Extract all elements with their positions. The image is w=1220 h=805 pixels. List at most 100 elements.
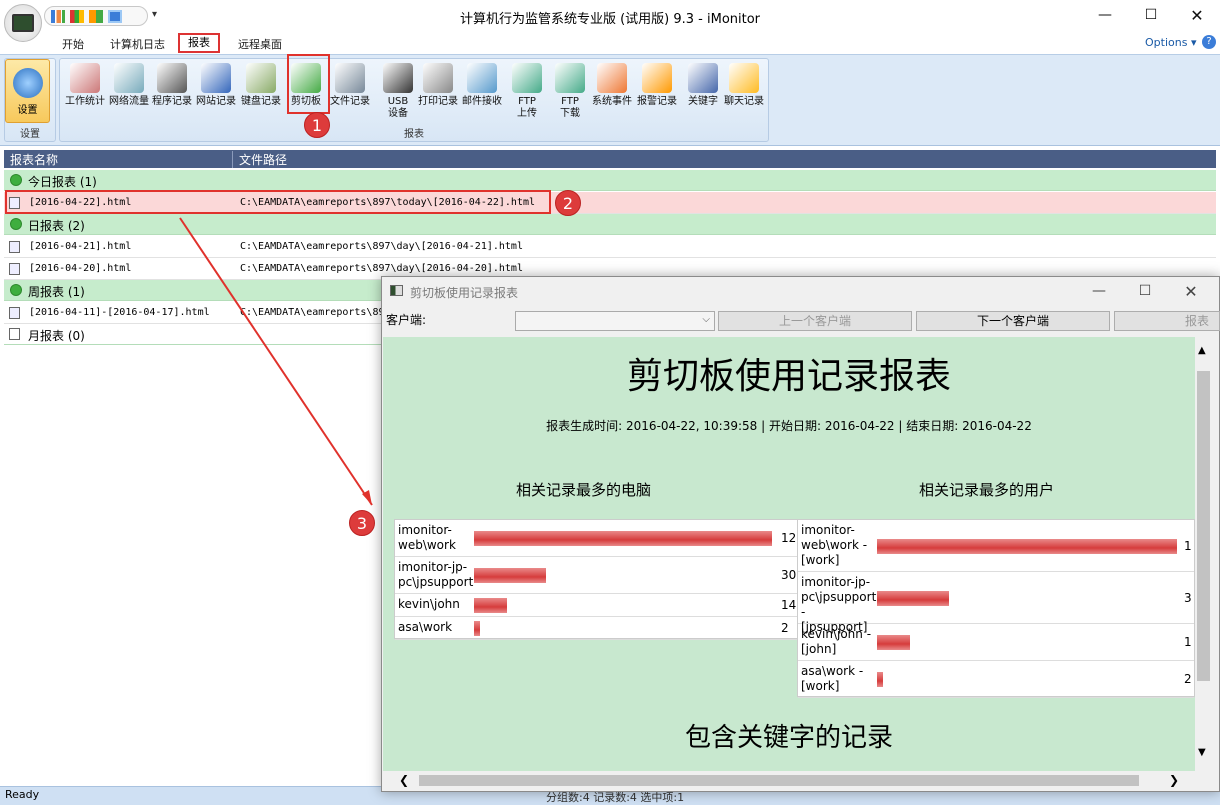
file-name: [2016-04-21].html xyxy=(29,241,132,252)
app-menu-icon[interactable] xyxy=(4,4,42,42)
mail-receive-label: 邮件接收 xyxy=(462,96,502,107)
horizontal-scrollbar[interactable]: ❮ ❯ xyxy=(383,772,1195,789)
file-icon xyxy=(9,328,20,340)
print-log-button[interactable]: 打印记录 xyxy=(418,61,458,108)
group-row[interactable]: 日报表 (2) xyxy=(4,214,1216,235)
file-row[interactable]: [2016-04-21].html C:\EAMDATA\eamreports\8… xyxy=(4,236,1216,258)
row-value: 2 xyxy=(1184,672,1192,686)
expand-icon[interactable] xyxy=(10,284,22,296)
network-traffic-label: 网络流量 xyxy=(109,96,149,107)
mail-receive-button[interactable]: 邮件接收 xyxy=(462,61,502,108)
expand-icon[interactable] xyxy=(10,218,22,230)
report-button[interactable]: 报表 xyxy=(1114,311,1220,331)
tab-start[interactable]: 开始 xyxy=(62,36,84,52)
step-badge-3: 3 xyxy=(349,510,375,536)
table-row: asa\work - [work] 2 xyxy=(798,661,1194,698)
system-events-button[interactable]: 系统事件 xyxy=(592,61,632,108)
system-events-label: 系统事件 xyxy=(592,96,632,107)
network-traffic-button[interactable]: 网络流量 xyxy=(109,61,149,108)
print-log-label: 打印记录 xyxy=(418,96,458,107)
file-icon xyxy=(9,307,20,319)
help-icon[interactable]: ? xyxy=(1202,35,1216,49)
row-name: asa\work xyxy=(398,620,453,634)
table-row: imonitor-web\work 12 xyxy=(395,520,797,557)
client-select[interactable]: ⌵ xyxy=(515,311,715,331)
group-label: 日报表 (2) xyxy=(28,219,85,233)
expand-icon[interactable] xyxy=(10,174,22,186)
alarm-log-icon xyxy=(642,63,672,93)
col-file-path[interactable]: 文件路径 xyxy=(232,151,287,168)
ftp-upload-icon xyxy=(512,63,542,93)
options-menu[interactable]: Options ▾ xyxy=(1145,36,1196,49)
chat-log-label: 聊天记录 xyxy=(724,96,764,107)
popup-close-button[interactable]: ✕ xyxy=(1168,277,1214,305)
value-bar xyxy=(474,568,546,583)
client-label: 客户端: xyxy=(386,313,427,327)
maximize-button[interactable]: ☐ xyxy=(1128,0,1174,30)
row-value: 1 xyxy=(1184,538,1192,553)
next-client-button[interactable]: 下一个客户端 xyxy=(916,311,1110,331)
row-name: imonitor-web\work - [work] xyxy=(801,523,868,567)
scroll-left-icon[interactable]: ❮ xyxy=(399,773,409,787)
keyboard-log-icon xyxy=(246,63,276,93)
program-log-button[interactable]: 程序记录 xyxy=(152,61,192,108)
chat-log-icon xyxy=(729,63,759,93)
scroll-right-icon[interactable]: ❯ xyxy=(1169,773,1179,787)
report-content: 剪切板使用记录报表 报表生成时间: 2016-04-22, 10:39:58 |… xyxy=(383,337,1195,771)
group-label: 月报表 (0) xyxy=(28,329,85,343)
group-row[interactable]: 今日报表 (1) xyxy=(4,170,1216,191)
step-badge-1: 1 xyxy=(304,112,330,138)
chevron-down-icon: ⌵ xyxy=(702,314,710,325)
table-row: kevin\john - [john] 1 xyxy=(798,624,1194,661)
close-button[interactable]: ✕ xyxy=(1174,0,1220,30)
table-row: kevin\john 14 xyxy=(395,594,797,617)
print-log-icon xyxy=(423,63,453,93)
website-log-icon xyxy=(201,63,231,93)
file-path: C:\EAMDATA\eamreports\897\day\[2016-04-2… xyxy=(240,241,523,252)
work-stats-label: 工作统计 xyxy=(65,96,105,107)
tab-computer-log[interactable]: 计算机日志 xyxy=(110,36,165,52)
file-path: C:\EAMDATA\eamreports\897\day\[2016-04-2… xyxy=(240,263,523,274)
tab-report[interactable]: 报表 xyxy=(178,33,220,53)
row-value: 2 xyxy=(781,621,789,635)
step-badge-2: 2 xyxy=(555,190,581,216)
popup-minimize-button[interactable]: — xyxy=(1076,277,1122,305)
popup-maximize-button[interactable]: ☐ xyxy=(1122,277,1168,305)
file-log-button[interactable]: 文件记录 xyxy=(330,61,370,108)
computers-table: imonitor-web\work 12 imonitor-jp-pc\jpsupp… xyxy=(394,519,798,640)
col-report-name[interactable]: 报表名称 xyxy=(10,151,58,168)
settings-label: 设置 xyxy=(17,105,38,116)
ftp-upload-label: FTP 上传 xyxy=(517,96,537,119)
scroll-thumb[interactable] xyxy=(1197,371,1210,681)
keyword-icon xyxy=(688,63,718,93)
website-log-button[interactable]: 网站记录 xyxy=(196,61,236,108)
usb-device-icon xyxy=(383,63,413,93)
h-scroll-thumb[interactable] xyxy=(419,775,1139,786)
vertical-scrollbar[interactable]: ▲ ▼ xyxy=(1195,337,1213,771)
work-stats-button[interactable]: 工作统计 xyxy=(65,61,105,108)
arrow-head xyxy=(362,490,372,505)
row-name: kevin\john - [john] xyxy=(801,627,872,656)
keyboard-log-button[interactable]: 键盘记录 xyxy=(241,61,281,108)
mail-receive-icon xyxy=(467,63,497,93)
prev-client-button[interactable]: 上一个客户端 xyxy=(718,311,912,331)
usb-device-button[interactable]: USB 设备 xyxy=(378,61,418,120)
file-name: [2016-04-11]-[2016-04-17].html xyxy=(29,307,210,318)
keyword-heading: 包含关键字的记录 xyxy=(684,723,893,753)
chat-log-button[interactable]: 聊天记录 xyxy=(724,61,764,108)
scroll-down-icon[interactable]: ▼ xyxy=(1198,747,1206,758)
file-path: C:\EAMDATA\eamreports\89 xyxy=(240,307,385,318)
ftp-download-button[interactable]: FTP 下载 xyxy=(550,61,590,120)
tab-remote-desktop[interactable]: 远程桌面 xyxy=(238,36,282,52)
minimize-button[interactable]: — xyxy=(1082,0,1128,30)
ftp-upload-button[interactable]: FTP 上传 xyxy=(507,61,547,120)
settings-button[interactable]: 设置 xyxy=(5,59,50,123)
table-row: imonitor-jp-pc\jpsupport - [jpsupport] 3 xyxy=(798,572,1194,634)
scroll-up-icon[interactable]: ▲ xyxy=(1198,345,1206,356)
gear-icon xyxy=(12,68,43,98)
alarm-log-button[interactable]: 报警记录 xyxy=(637,61,677,108)
report-title: 剪切板使用记录报表 xyxy=(626,356,951,397)
keyword-button[interactable]: 关键字 xyxy=(683,61,723,108)
row-value: 3 xyxy=(1184,590,1192,605)
reports-group: 工作统计 网络流量 程序记录 网站记录 键盘记录 剪切板 文件记录 USB 设备 打印记录 邮件接… xyxy=(59,58,769,142)
